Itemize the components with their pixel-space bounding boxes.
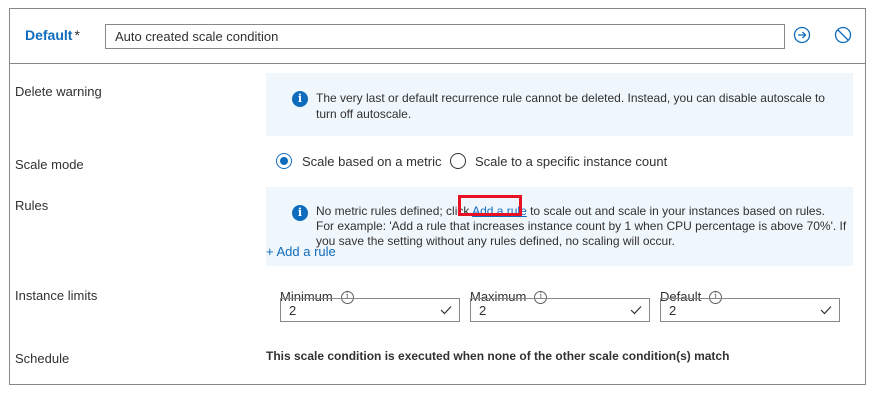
rules-line2: For example: 'Add a rule that increases … xyxy=(316,219,847,233)
schedule-label: Schedule xyxy=(15,351,70,366)
radio-scale-metric[interactable] xyxy=(276,153,292,169)
rules-message: No metric rules defined; click Add a rul… xyxy=(316,204,846,249)
checkmark-icon xyxy=(630,306,642,315)
minimum-value: 2 xyxy=(289,303,297,318)
condition-title: Default * xyxy=(25,27,80,43)
maximum-dropdown[interactable]: 2 xyxy=(470,298,650,322)
minimum-dropdown[interactable]: 2 xyxy=(280,298,460,322)
info-icon: i xyxy=(292,205,308,221)
delete-warning-line2: turn off autoscale. xyxy=(316,107,412,121)
instance-limits-label: Instance limits xyxy=(15,288,98,303)
info-icon: i xyxy=(292,91,308,107)
condition-name-input[interactable]: Auto created scale condition xyxy=(105,24,785,49)
rules-line1: No metric rules defined; click Add a rul… xyxy=(316,204,846,219)
delete-warning-line1: The very last or default recurrence rule… xyxy=(316,91,825,105)
default-dropdown[interactable]: 2 xyxy=(660,298,840,322)
radio-scale-instance-count[interactable] xyxy=(450,153,466,169)
delete-warning-label: Delete warning xyxy=(15,84,102,99)
condition-title-text: Default xyxy=(25,27,73,43)
rules-label: Rules xyxy=(15,198,49,213)
scale-mode-label: Scale mode xyxy=(15,157,84,172)
radio-scale-instance-count-label[interactable]: Scale to a specific instance count xyxy=(475,154,667,169)
default-value: 2 xyxy=(669,303,677,318)
delete-warning-message: The very last or default recurrence rule… xyxy=(316,90,825,122)
add-rule-button[interactable]: + Add a rule xyxy=(266,244,336,259)
arrow-right-circle-icon[interactable] xyxy=(793,26,811,44)
scale-condition-header: Default * Auto created scale condition xyxy=(10,9,865,64)
maximum-value: 2 xyxy=(479,303,487,318)
required-marker: * xyxy=(74,27,80,43)
checkmark-icon xyxy=(820,306,832,315)
checkmark-icon xyxy=(440,306,452,315)
rules-line3: you save the setting without any rules d… xyxy=(316,234,675,248)
add-rule-highlight xyxy=(458,195,522,216)
schedule-text: This scale condition is executed when no… xyxy=(266,349,730,363)
rules-line1-before: No metric rules defined; click xyxy=(316,204,473,218)
radio-scale-metric-label[interactable]: Scale based on a metric xyxy=(302,154,441,169)
prohibited-icon[interactable] xyxy=(834,26,852,44)
rules-line1-after: to scale out and scale in your instances… xyxy=(526,204,825,218)
